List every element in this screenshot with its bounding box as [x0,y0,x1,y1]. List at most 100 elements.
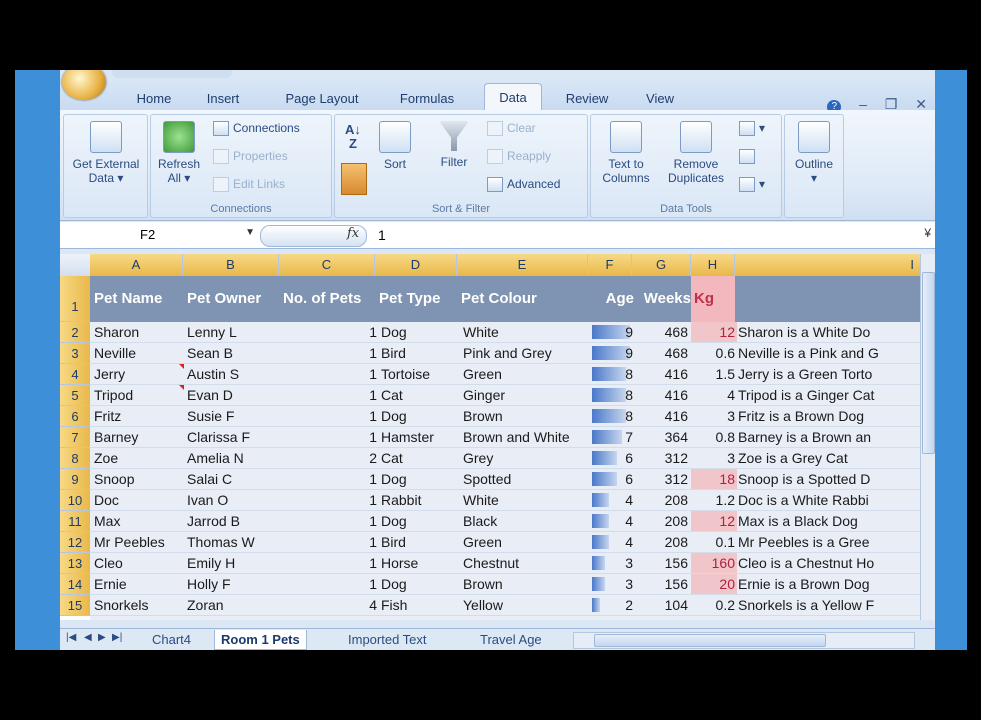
text-to-columns-button[interactable]: Text to Columns [595,121,657,185]
cell-pet-colour[interactable]: White [463,322,592,342]
row-header[interactable]: 7 [60,427,90,448]
outline-button[interactable]: Outline ▾ [787,121,841,185]
cell-pet-owner[interactable]: Emily H [187,553,279,573]
sort-az-icon[interactable]: A↓ Z [341,123,365,151]
cell-age[interactable]: 2 [592,595,635,615]
cell-weeks[interactable]: 156 [636,553,690,573]
cell-num-pets[interactable]: 1 [283,406,379,426]
cell-pet-colour[interactable]: Green [463,364,592,384]
row-header[interactable]: 10 [60,490,90,511]
column-header-i[interactable]: I [735,254,921,276]
cell-age[interactable]: 8 [592,364,635,384]
cell-num-pets[interactable]: 1 [283,427,379,447]
first-sheet-icon[interactable]: |◀ [66,632,76,643]
cell-pet-colour[interactable]: White [463,490,592,510]
next-sheet-icon[interactable]: ▶ [98,632,106,643]
cell-age[interactable]: 9 [592,343,635,363]
cell-description[interactable]: Zoe is a Grey Cat [738,448,933,468]
cell-pet-name[interactable]: Neville [94,343,183,363]
cell-pet-owner[interactable]: Zoran [187,595,279,615]
cell-pet-name[interactable]: Fritz [94,406,183,426]
row-header[interactable]: 4 [60,364,90,385]
cell-num-pets[interactable]: 1 [283,343,379,363]
insert-function-button[interactable]: fx [347,226,359,241]
cell-pet-type[interactable]: Dog [381,469,461,489]
cell-kg[interactable]: 18 [691,469,737,489]
cell-description[interactable]: Jerry is a Green Torto [738,364,933,384]
cell-description[interactable]: Tripod is a Ginger Cat [738,385,933,405]
tab-review[interactable]: Review [560,88,614,110]
sort-button[interactable]: Sort [373,121,417,171]
cell-kg[interactable]: 0.2 [691,595,737,615]
cell-kg[interactable]: 3 [691,406,737,426]
cell-pet-type[interactable]: Tortoise [381,364,461,384]
cell-pet-colour[interactable]: Yellow [463,595,592,615]
cell-kg[interactable]: 0.8 [691,427,737,447]
cell-age[interactable]: 6 [592,469,635,489]
cell-num-pets[interactable]: 1 [283,532,379,552]
cell-pet-owner[interactable]: Jarrod B [187,511,279,531]
formula-input[interactable]: 1 [378,227,386,243]
tab-data[interactable]: Data [484,83,542,111]
cell-pet-name[interactable]: Ernie [94,574,183,594]
connections-button[interactable]: Connections [213,121,300,137]
cell-pet-name[interactable]: Max [94,511,183,531]
select-all-corner[interactable] [60,254,91,276]
cell-pet-type[interactable]: Cat [381,448,461,468]
cell-kg[interactable]: 3 [691,448,737,468]
cell-pet-name[interactable]: Jerry [94,364,183,384]
cell-pet-colour[interactable]: Brown and White [463,427,592,447]
cell-pet-owner[interactable]: Amelia N [187,448,279,468]
comment-indicator-icon[interactable] [179,364,184,369]
cell-kg[interactable]: 12 [691,511,737,531]
column-header-b[interactable]: B [183,254,279,276]
cell-description[interactable]: Cleo is a Chestnut Ho [738,553,933,573]
cell-pet-colour[interactable]: Pink and Grey [463,343,592,363]
cell-pet-name[interactable]: Zoe [94,448,183,468]
cell-kg[interactable]: 0.1 [691,532,737,552]
cell-pet-colour[interactable]: Grey [463,448,592,468]
row-header[interactable]: 9 [60,469,90,490]
cell-weeks[interactable]: 312 [636,448,690,468]
cell-weeks[interactable]: 468 [636,343,690,363]
cell-kg[interactable]: 0.6 [691,343,737,363]
cell-age[interactable]: 4 [592,490,635,510]
cell-pet-colour[interactable]: Ginger [463,385,592,405]
cell-pet-name[interactable]: Barney [94,427,183,447]
cell-age[interactable]: 8 [592,406,635,426]
tab-page-layout[interactable]: Page Layout [280,88,364,110]
cell-pet-owner[interactable]: Austin S [187,364,279,384]
cell-pet-owner[interactable]: Thomas W [187,532,279,552]
cell-num-pets[interactable]: 1 [283,553,379,573]
cell-age[interactable]: 4 [592,532,635,552]
cell-kg[interactable]: 1.5 [691,364,737,384]
cell-pet-type[interactable]: Horse [381,553,461,573]
cell-description[interactable]: Snorkels is a Yellow F [738,595,933,615]
cell-pet-type[interactable]: Dog [381,574,461,594]
cell-description[interactable]: Snoop is a Spotted D [738,469,933,489]
vertical-scrollbar[interactable] [920,254,935,620]
cell-weeks[interactable]: 312 [636,469,690,489]
cell-pet-colour[interactable]: Green [463,532,592,552]
cell-num-pets[interactable]: 1 [283,322,379,342]
cell-num-pets[interactable]: 1 [283,469,379,489]
advanced-button[interactable]: Advanced [487,177,560,193]
cell-description[interactable]: Doc is a White Rabbi [738,490,933,510]
sheet-tab-room-1-pets[interactable]: Room 1 Pets [214,630,307,650]
cell-age[interactable]: 8 [592,385,635,405]
cell-age[interactable]: 9 [592,322,635,342]
row-header[interactable]: 8 [60,448,90,469]
row-header[interactable]: 11 [60,511,90,532]
name-box[interactable]: F2 ▼ [65,225,255,245]
row-header[interactable]: 2 [60,322,90,343]
cell-pet-owner[interactable]: Evan D [187,385,279,405]
cell-pet-type[interactable]: Rabbit [381,490,461,510]
row-header[interactable]: 12 [60,532,90,553]
cell-weeks[interactable]: 208 [636,511,690,531]
cell-pet-colour[interactable]: Black [463,511,592,531]
cell-pet-owner[interactable]: Sean B [187,343,279,363]
cell-pet-type[interactable]: Dog [381,511,461,531]
reapply-button[interactable]: Reapply [487,149,551,165]
cell-num-pets[interactable]: 1 [283,511,379,531]
cell-num-pets[interactable]: 1 [283,364,379,384]
